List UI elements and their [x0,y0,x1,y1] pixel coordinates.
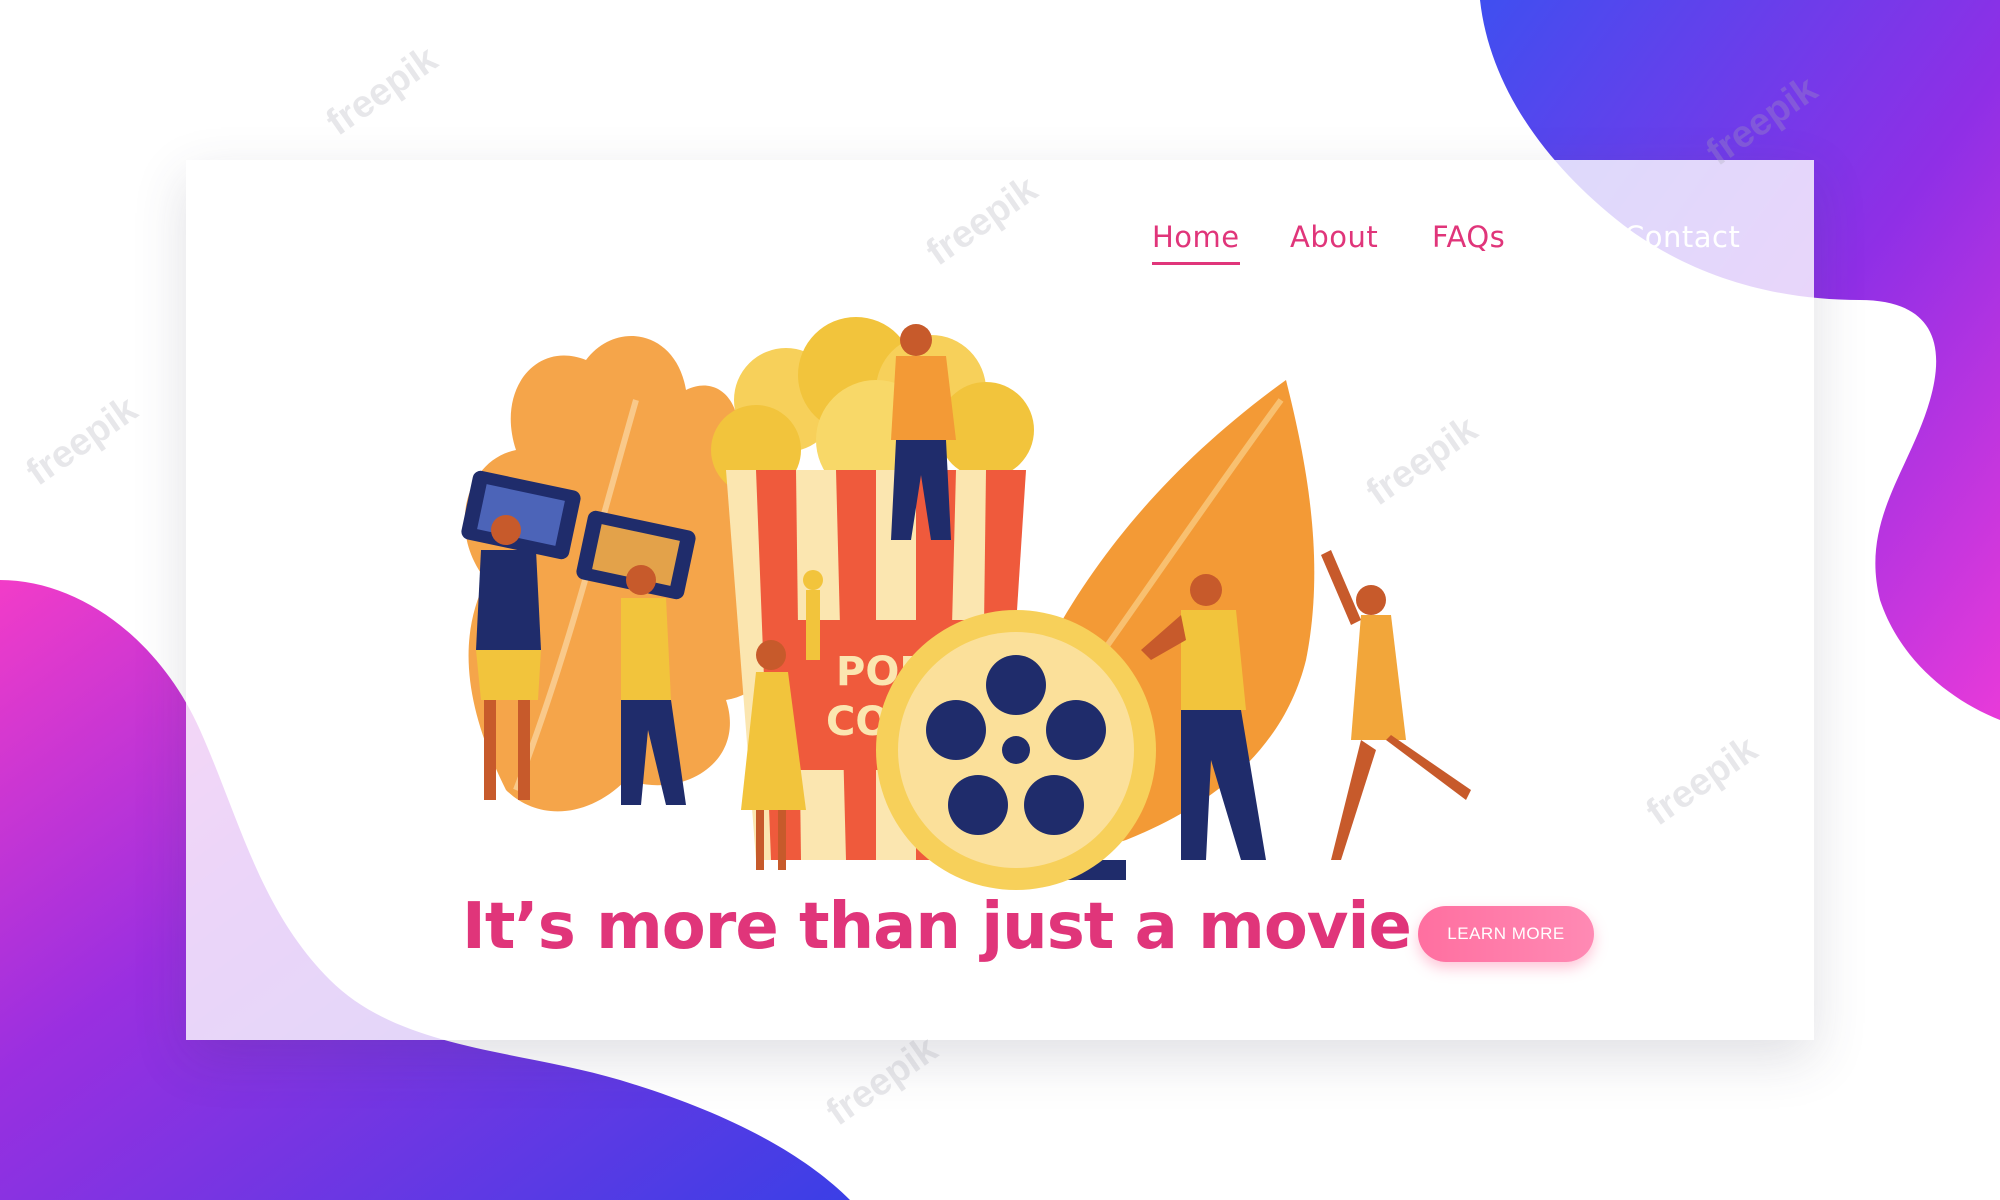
landing-card: Home About FAQs Contact POP COR It’s mor… [186,160,1814,1040]
hero-tagline: It’s more than just a movie [462,890,1412,964]
oscar-statuette-icon [803,570,823,660]
learn-more-button[interactable]: LEARN MORE [1418,906,1594,962]
nav-link-contact[interactable]: Contact [1624,220,1740,254]
watermark-text: freepik [318,38,446,145]
watermark-text: freepik [18,388,146,495]
nav-link-faqs[interactable]: FAQs [1432,220,1505,254]
film-reel-icon [876,610,1156,890]
nav-link-about[interactable]: About [1290,220,1378,254]
running-woman-figure [1321,550,1471,860]
nav-link-home[interactable]: Home [1152,220,1240,265]
